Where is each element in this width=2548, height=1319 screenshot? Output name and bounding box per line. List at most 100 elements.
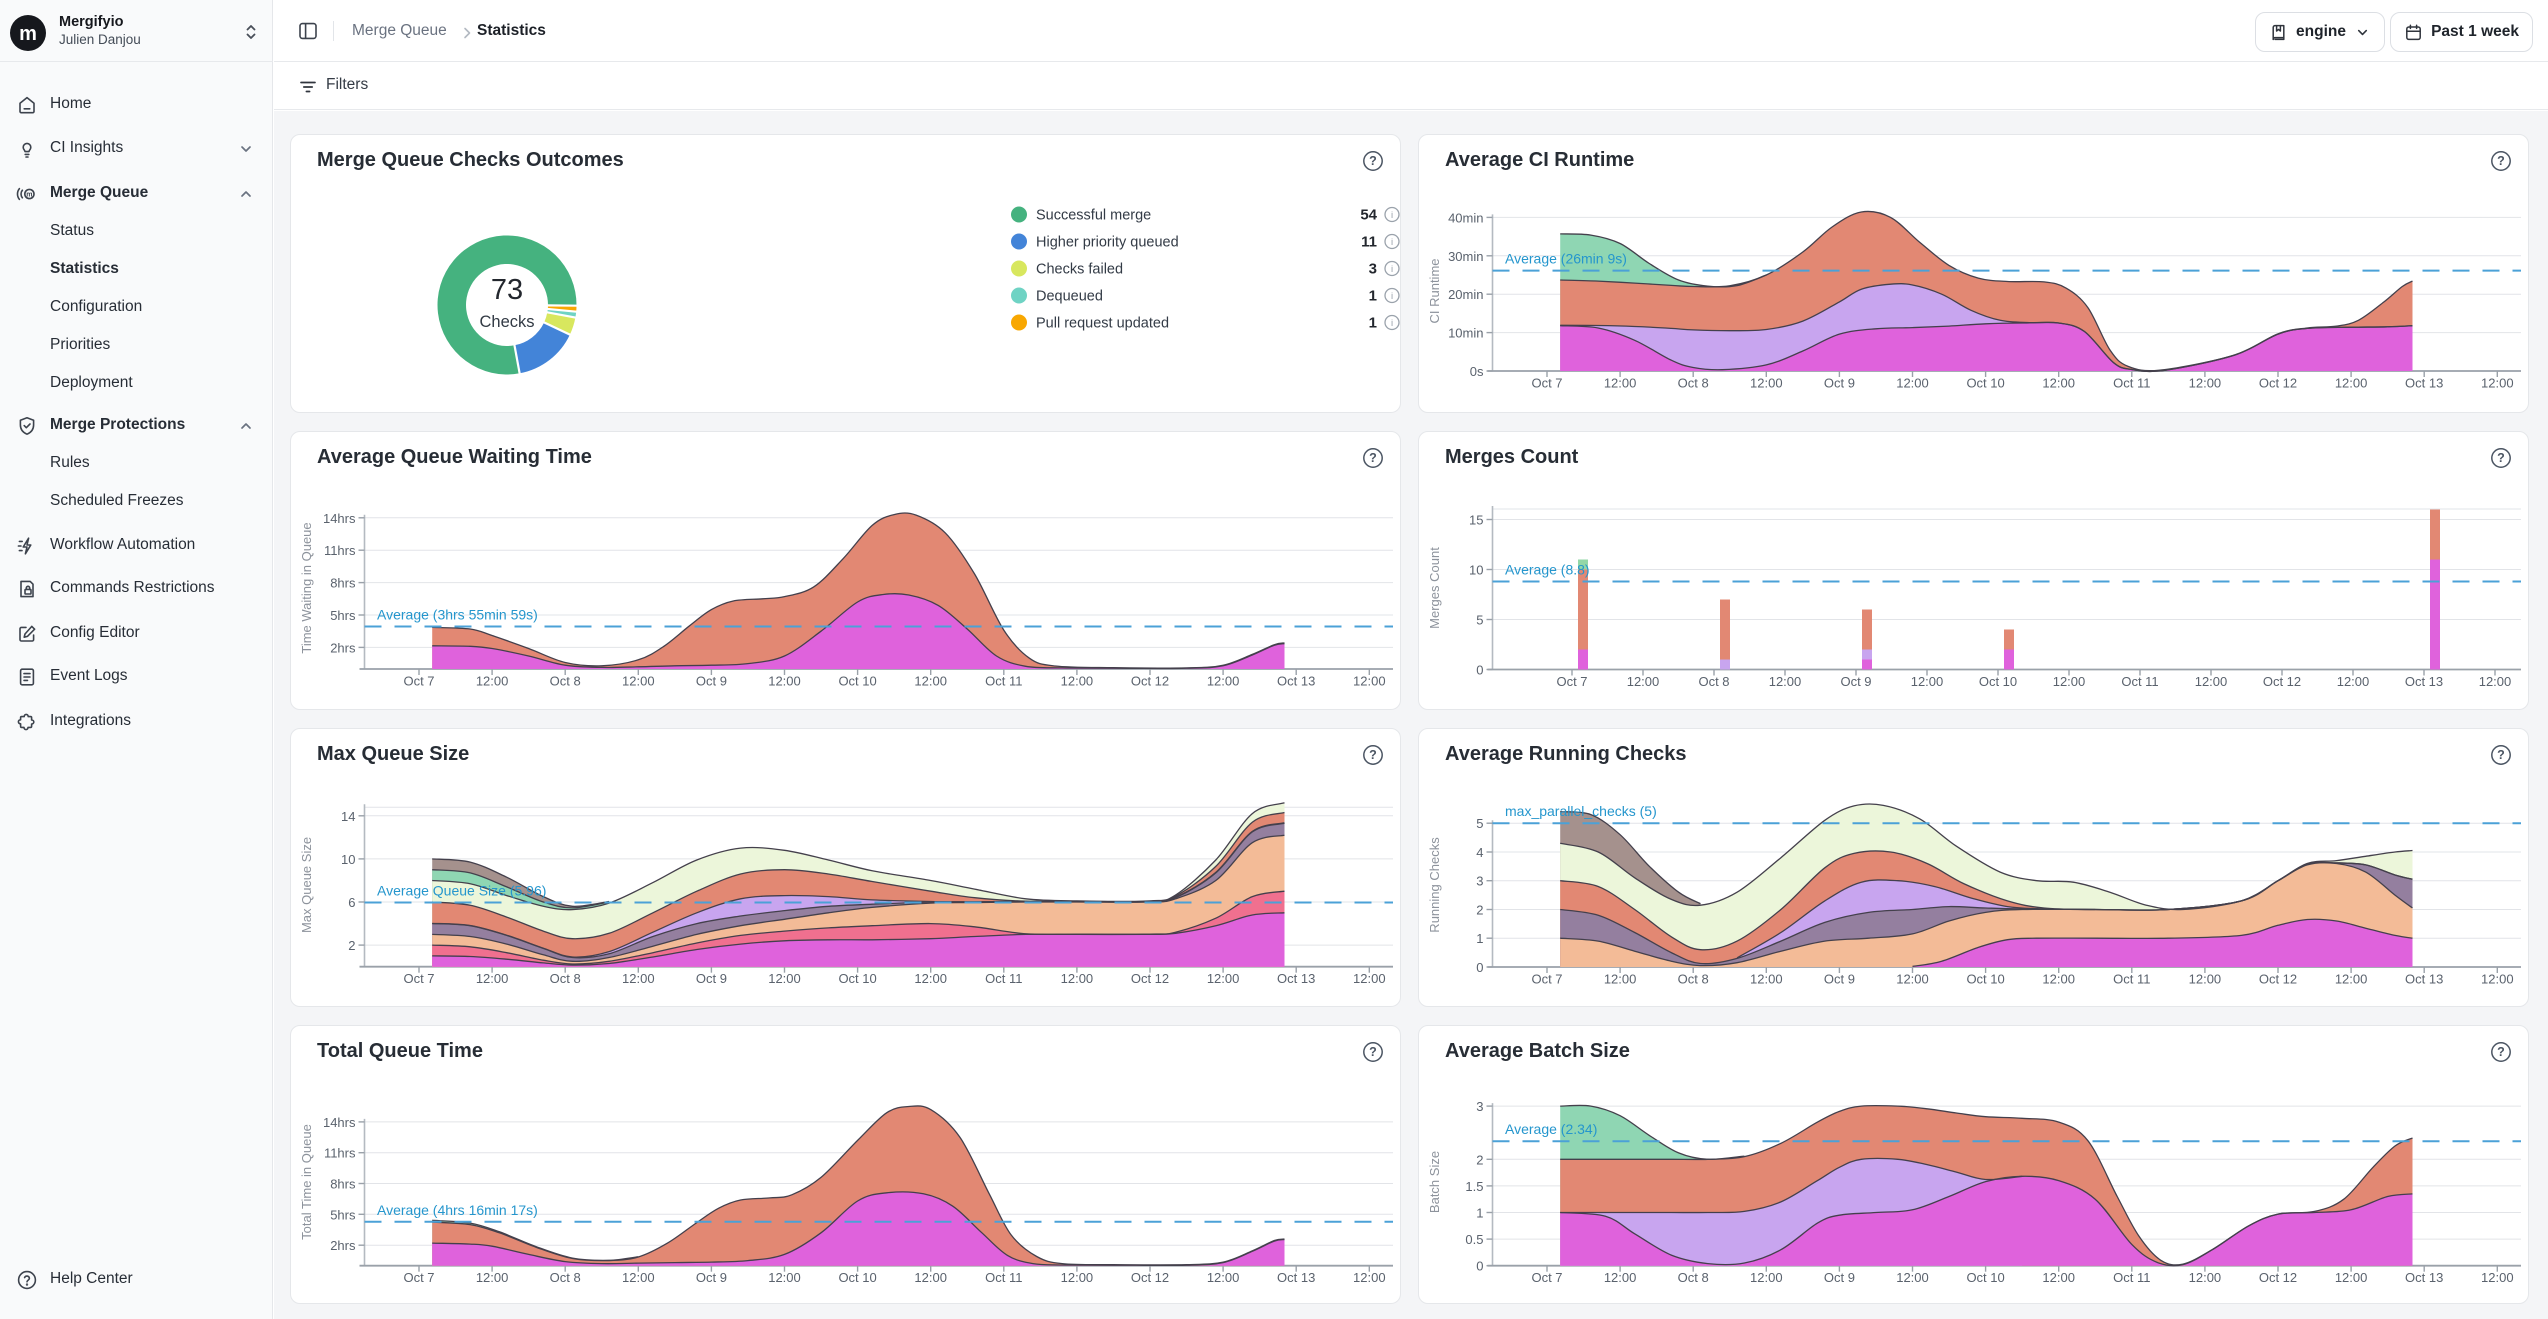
svg-text:15: 15	[1469, 512, 1483, 527]
svg-text:m: m	[19, 23, 37, 45]
svg-text:12:00: 12:00	[1627, 674, 1660, 689]
svg-text:12:00: 12:00	[768, 1270, 801, 1285]
svg-text:12:00: 12:00	[914, 971, 947, 986]
svg-text:12:00: 12:00	[1750, 1270, 1783, 1285]
svg-text:Oct 9: Oct 9	[1824, 1270, 1855, 1285]
svg-text:Running Checks: Running Checks	[1427, 836, 1442, 932]
svg-text:0: 0	[1476, 1258, 1483, 1273]
svg-text:Max Queue Size: Max Queue Size	[299, 836, 314, 932]
svg-text:Oct 11: Oct 11	[2113, 375, 2150, 390]
svg-text:12:00: 12:00	[2189, 1270, 2222, 1285]
svg-text:Oct 8: Oct 8	[1678, 971, 1709, 986]
svg-text:2hrs: 2hrs	[330, 640, 356, 655]
svg-text:Oct 10: Oct 10	[1966, 1270, 2004, 1285]
svg-text:Oct 7: Oct 7	[1556, 674, 1587, 689]
svg-text:12:00: 12:00	[1353, 673, 1386, 688]
svg-text:6: 6	[348, 895, 355, 910]
svg-text:12:00: 12:00	[622, 673, 655, 688]
svg-text:1.5: 1.5	[1465, 1178, 1483, 1193]
svg-text:Oct 10: Oct 10	[838, 1270, 876, 1285]
svg-text:Total Time in Queue: Total Time in Queue	[299, 1124, 314, 1240]
svg-text:Oct 11: Oct 11	[2113, 1270, 2150, 1285]
svg-text:Oct 13: Oct 13	[2405, 971, 2443, 986]
svg-text:0: 0	[1476, 960, 1483, 975]
svg-text:Oct 11: Oct 11	[985, 673, 1022, 688]
svg-text:0: 0	[1476, 662, 1483, 677]
svg-text:11: 11	[1361, 233, 1377, 250]
svg-text:i: i	[1391, 318, 1393, 329]
svg-text:Batch Size: Batch Size	[1427, 1150, 1442, 1212]
svg-text:12:00: 12:00	[1061, 673, 1094, 688]
svg-text:Oct 13: Oct 13	[1277, 1270, 1315, 1285]
svg-text:12:00: 12:00	[2337, 674, 2370, 689]
svg-text:Oct 11: Oct 11	[985, 971, 1022, 986]
svg-text:Higher priority queued: Higher priority queued	[1036, 234, 1179, 250]
svg-text:2: 2	[1476, 1152, 1483, 1167]
svg-text:12:00: 12:00	[622, 1270, 655, 1285]
svg-text:Oct 10: Oct 10	[838, 673, 876, 688]
svg-text:Average (2.34): Average (2.34)	[1505, 1121, 1597, 1137]
svg-text:12:00: 12:00	[1750, 375, 1783, 390]
svg-text:12:00: 12:00	[1769, 674, 1802, 689]
svg-text:i: i	[1391, 210, 1393, 221]
svg-text:Pull request updated: Pull request updated	[1036, 315, 1169, 331]
svg-text:Oct 13: Oct 13	[1277, 673, 1315, 688]
svg-text:Oct 9: Oct 9	[696, 1270, 727, 1285]
svg-text:Oct 7: Oct 7	[403, 971, 434, 986]
svg-text:3: 3	[1476, 1099, 1483, 1114]
svg-text:12:00: 12:00	[2042, 375, 2075, 390]
svg-text:2: 2	[1476, 902, 1483, 917]
svg-text:3: 3	[1369, 260, 1377, 277]
svg-text:Oct 12: Oct 12	[2259, 1270, 2297, 1285]
svg-text:11hrs: 11hrs	[324, 543, 356, 558]
svg-text:12:00: 12:00	[1604, 375, 1637, 390]
svg-text:12:00: 12:00	[2042, 971, 2075, 986]
svg-text:12:00: 12:00	[1896, 375, 1929, 390]
svg-text:54: 54	[1360, 206, 1377, 223]
svg-text:Oct 8: Oct 8	[1678, 375, 1709, 390]
svg-text:Oct 13: Oct 13	[1277, 971, 1315, 986]
svg-text:Oct 7: Oct 7	[1531, 1270, 1562, 1285]
svg-text:12:00: 12:00	[1207, 1270, 1240, 1285]
svg-text:Oct 8: Oct 8	[550, 673, 581, 688]
svg-text:14: 14	[341, 808, 355, 823]
svg-text:12:00: 12:00	[2053, 674, 2086, 689]
svg-text:Average Queue Size (5.96): Average Queue Size (5.96)	[377, 882, 546, 898]
svg-text:14hrs: 14hrs	[323, 510, 356, 525]
svg-text:8hrs: 8hrs	[330, 1176, 356, 1191]
svg-text:5: 5	[1476, 612, 1483, 627]
svg-text:Oct 7: Oct 7	[403, 1270, 434, 1285]
svg-text:Oct 8: Oct 8	[550, 1270, 581, 1285]
svg-text:12:00: 12:00	[2481, 971, 2514, 986]
svg-text:12:00: 12:00	[1353, 971, 1386, 986]
svg-text:Successful merge: Successful merge	[1036, 207, 1151, 223]
svg-text:5: 5	[1476, 816, 1483, 831]
svg-text:3: 3	[1476, 873, 1483, 888]
svg-text:10: 10	[341, 851, 355, 866]
svg-text:12:00: 12:00	[2481, 375, 2514, 390]
svg-text:11hrs: 11hrs	[324, 1145, 356, 1160]
svg-text:Oct 8: Oct 8	[550, 971, 581, 986]
svg-text:12:00: 12:00	[2335, 1270, 2368, 1285]
svg-text:8hrs: 8hrs	[330, 575, 356, 590]
svg-text:12:00: 12:00	[2189, 375, 2222, 390]
svg-text:max_parallel_checks (5): max_parallel_checks (5)	[1505, 803, 1657, 819]
svg-text:Oct 12: Oct 12	[2259, 971, 2297, 986]
svg-text:12:00: 12:00	[2479, 674, 2512, 689]
svg-text:12:00: 12:00	[2042, 1270, 2075, 1285]
svg-text:12:00: 12:00	[914, 673, 947, 688]
svg-text:12:00: 12:00	[1207, 971, 1240, 986]
svg-text:12:00: 12:00	[768, 971, 801, 986]
svg-text:12:00: 12:00	[622, 971, 655, 986]
svg-text:1: 1	[1369, 287, 1377, 304]
svg-text:Oct 11: Oct 11	[2121, 674, 2158, 689]
svg-text:Oct 12: Oct 12	[1131, 1270, 1169, 1285]
svg-text:20min: 20min	[1448, 287, 1483, 302]
svg-text:12:00: 12:00	[1911, 674, 1944, 689]
svg-text:12:00: 12:00	[1207, 673, 1240, 688]
svg-text:Oct 9: Oct 9	[696, 673, 727, 688]
svg-text:73: 73	[491, 274, 523, 306]
svg-text:Merges Count: Merges Count	[1427, 546, 1442, 628]
svg-text:Average (4hrs 16min 17s): Average (4hrs 16min 17s)	[377, 1201, 538, 1217]
svg-text:Average (26min 9s): Average (26min 9s)	[1505, 250, 1627, 266]
